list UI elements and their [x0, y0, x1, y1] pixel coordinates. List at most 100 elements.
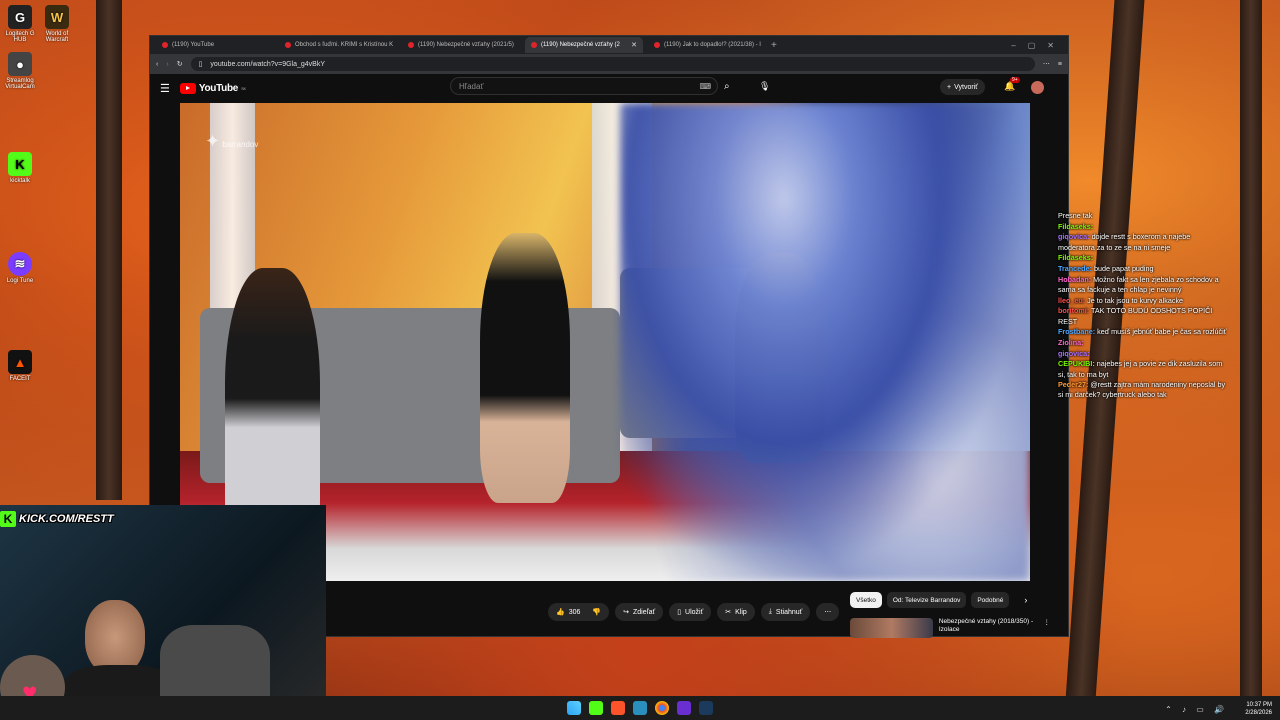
chat-username[interactable]: Fildaseks:	[1058, 253, 1093, 262]
tab-youtube[interactable]: (1190) YouTube	[156, 37, 274, 53]
chat-username[interactable]: Fildaseks:	[1058, 222, 1093, 231]
chrome-icon[interactable]	[655, 701, 669, 715]
window-controls[interactable]: –▢✕	[1011, 41, 1068, 50]
youtube-favicon	[285, 42, 291, 48]
streamer-face	[85, 600, 145, 675]
clock[interactable]: 10:37 PM 2/28/2026	[1245, 701, 1272, 717]
chat-message: giqovica:	[1058, 349, 1228, 359]
youtube-favicon	[408, 42, 414, 48]
kebab-menu-icon[interactable]: ⋮	[1044, 618, 1051, 638]
kick-taskbar-icon[interactable]	[589, 701, 603, 715]
chat-username[interactable]: Ziolina:	[1058, 338, 1084, 347]
chat-message: Fildaseks:	[1058, 253, 1228, 263]
obs-icon[interactable]	[677, 701, 691, 715]
chat-text: keď musíš jebnúť babe je čas sa rozlúčiť	[1097, 327, 1227, 337]
more-button[interactable]: ⋯	[816, 603, 840, 621]
chat-username[interactable]: giqovica:	[1058, 349, 1090, 358]
microphone-icon[interactable]: 🎙	[759, 81, 770, 92]
desktop-icon-faceit[interactable]: ▲ FACEIT	[0, 350, 40, 382]
star-logo-icon: ✦	[205, 131, 221, 151]
menu-icon[interactable]: ≡	[1058, 61, 1062, 68]
youtube-favicon	[654, 42, 660, 48]
more-icon: ⋯	[824, 609, 832, 616]
download-button[interactable]: ⤓ Stiahnuť	[760, 603, 811, 621]
keyboard-icon[interactable]: ⌨	[699, 82, 711, 91]
search-icon[interactable]: ⌕	[724, 81, 730, 92]
scissors-icon: ✂	[725, 609, 732, 616]
avatar[interactable]	[1031, 81, 1044, 94]
video-actions: 👍 306 👎 ↪ Zdieľať ▯ Uložiť ✂ Klip ⤓ Stiahnuť ⋯	[548, 603, 840, 621]
taskbar	[0, 696, 1280, 720]
chat-username[interactable]: Frostbane:	[1058, 327, 1095, 336]
system-tray[interactable]: ⌃ ♪ ▭ 🔊	[1165, 705, 1228, 714]
windows-start-icon[interactable]	[567, 701, 581, 715]
chat-username[interactable]: Peder27:	[1058, 380, 1088, 389]
youtube-play-icon	[179, 82, 196, 94]
create-button[interactable]: + Vytvoriť	[940, 79, 985, 95]
address-bar: ‹ › ↻ ▯ youtube.com/watch?v=9Gla_g4vBkY …	[150, 54, 1068, 74]
share-button[interactable]: ↪ Zdieľať	[615, 603, 664, 621]
tab-jak-to-dopadlo[interactable]: (1190) Jak to dopadlo!? (2021/38) - I	[648, 37, 766, 53]
thumbs-down-icon[interactable]: 👎	[592, 608, 601, 616]
desktop-icon-streamlog[interactable]: ● Streamlog VirtualCam	[0, 52, 40, 90]
notification-badge: 9+	[1010, 77, 1020, 83]
recommendation-chips: Všetko Od: Televize Barrandov Podobné ›	[850, 592, 1027, 608]
recommendation-item[interactable]: Nebezpečné vztahy (2018/350) - Izolace ⋮	[850, 618, 1050, 638]
kick-icon: K	[8, 152, 32, 176]
bookmark-icon[interactable]: ▯	[199, 60, 203, 68]
chat-text: Presne tak	[1058, 211, 1093, 220]
app-icon[interactable]	[633, 701, 647, 715]
desktop-icon-kicktalk[interactable]: K kicktalk	[0, 152, 40, 184]
youtube-favicon	[531, 42, 537, 48]
like-button[interactable]: 👍 306 👎	[548, 603, 610, 621]
forward-icon[interactable]: ›	[166, 61, 168, 68]
chat-message: Presne tak	[1058, 211, 1228, 221]
reload-icon[interactable]: ↻	[177, 60, 183, 68]
notifications-button[interactable]: 🔔 9+	[1004, 77, 1020, 92]
youtube-favicon	[162, 42, 168, 48]
chat-message: CEPUKIBI: najebes jej a povie ze dik zas…	[1058, 359, 1228, 379]
chat-username[interactable]: Hobadan:	[1058, 275, 1091, 284]
new-tab-icon[interactable]: +	[771, 40, 777, 51]
steam-icon[interactable]	[699, 701, 713, 715]
audio-wave-icon: ≋	[8, 252, 32, 276]
tree-trunk	[1240, 0, 1262, 700]
chat-username[interactable]: CEPUKIBI:	[1058, 359, 1095, 368]
chat-message: Trancede: bude papat puding	[1058, 264, 1228, 274]
chat-message: Ziolina:	[1058, 338, 1228, 348]
chat-username[interactable]: Trancede:	[1058, 264, 1092, 273]
youtube-logo[interactable]: YouTube SK	[179, 82, 246, 94]
channel-watermark: ✦ barrandov	[205, 131, 259, 151]
extensions-icon[interactable]: ⋯	[1043, 60, 1050, 68]
close-tab-icon[interactable]: ✕	[631, 41, 637, 49]
clip-button[interactable]: ✂ Klip	[717, 603, 755, 621]
thumbs-up-icon: 👍	[556, 609, 565, 616]
tab-nebezpecne-1[interactable]: (1190) Nebezpečné vzťahy (2021/5)	[402, 37, 520, 53]
download-icon: ⤓	[768, 608, 772, 615]
kick-banner: K KICK.COM/RESTT	[0, 509, 136, 529]
tab-krimi[interactable]: Obchod s ľuďmi. KRIMI s Kristínou K	[279, 37, 397, 53]
chip-all[interactable]: Všetko	[850, 592, 882, 608]
chat-username[interactable]: boritomi:	[1058, 306, 1089, 315]
url-field[interactable]: ▯ youtube.com/watch?v=9Gla_g4vBkY	[190, 57, 1035, 71]
brave-icon[interactable]	[611, 701, 625, 715]
chat-username[interactable]: giqovica:	[1058, 232, 1090, 241]
hamburger-menu-icon[interactable]: ☰	[160, 82, 170, 95]
camera-icon: ●	[8, 52, 32, 76]
recommendation-thumbnail	[850, 618, 933, 638]
desktop-icon-wow[interactable]: W World of Warcraft	[37, 5, 77, 43]
chip-channel[interactable]: Od: Televize Barrandov	[886, 592, 967, 608]
chat-message: boritomi: TAK TOTO BUDÚ ODSHOTS POPIČI R…	[1058, 306, 1228, 326]
back-icon[interactable]: ‹	[156, 61, 158, 68]
desktop-icon-logitune[interactable]: ≋ Logi Tune	[0, 252, 40, 284]
desktop-icon-logitech[interactable]: G Logitech G HUB	[0, 5, 40, 43]
kick-logo-icon: K	[0, 511, 16, 527]
chip-related[interactable]: Podobné	[971, 592, 1010, 608]
plus-icon: +	[947, 83, 952, 91]
chat-username[interactable]: lleo_eu:	[1058, 296, 1085, 305]
logitech-icon: G	[8, 5, 32, 29]
search-input[interactable]: Hľadať ⌨	[450, 77, 718, 95]
save-button[interactable]: ▯ Uložiť	[669, 603, 712, 621]
chevron-right-icon[interactable]: ›	[1024, 595, 1027, 605]
tab-nebezpecne-active[interactable]: (1190) Nebezpečné vzťahy (2 ✕	[525, 37, 643, 53]
